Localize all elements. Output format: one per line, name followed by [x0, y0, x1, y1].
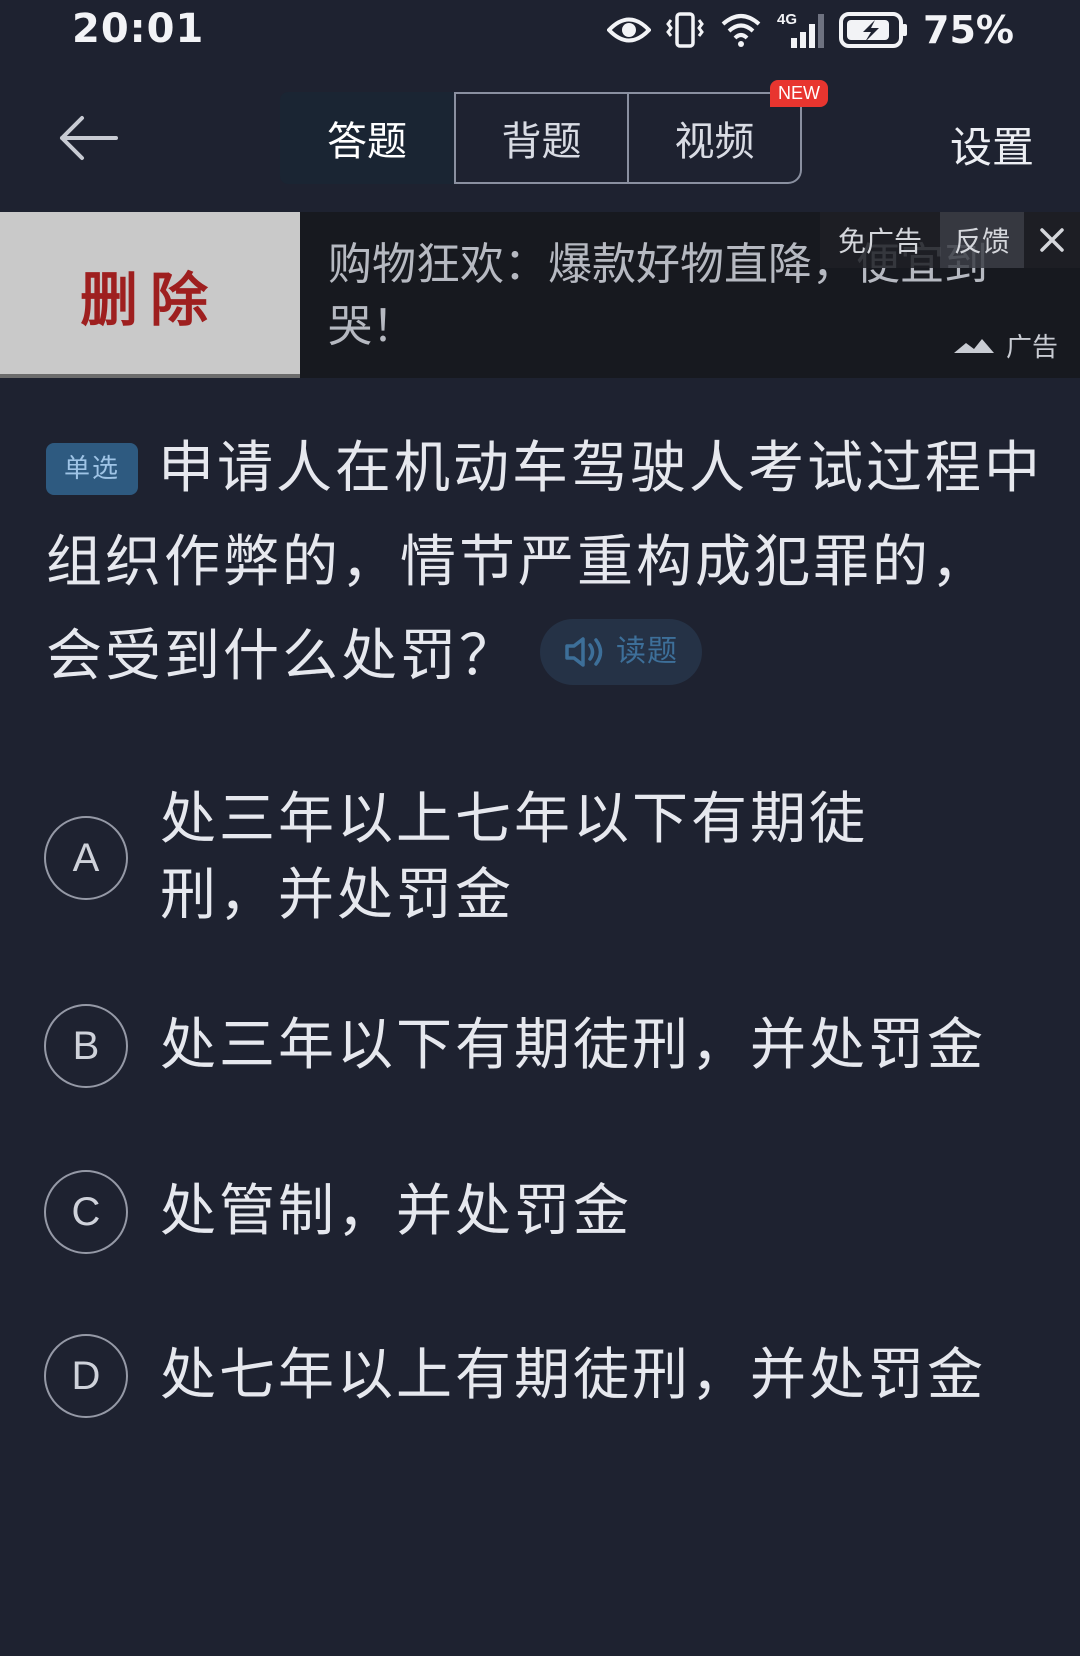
- back-button[interactable]: [56, 110, 120, 166]
- wifi-icon: [719, 12, 763, 48]
- option-b[interactable]: B 处三年以下有期徒刑，并处罚金: [44, 1004, 1054, 1088]
- mode-tabs: 答题 背题 视频 NEW: [280, 80, 828, 184]
- option-a-text: 处三年以上七年以下有期徒刑，并处罚金: [160, 787, 868, 928]
- signal-4g-icon: 4G: [777, 10, 825, 50]
- option-a-letter: A: [44, 816, 128, 900]
- ad-image-divider: [0, 374, 300, 378]
- status-icons: 4G 75%: [607, 8, 1014, 52]
- option-d[interactable]: D 处七年以上有期徒刑，并处罚金: [44, 1334, 1054, 1418]
- speaker-icon: [565, 637, 603, 667]
- ad-image-text: 删除: [79, 266, 220, 334]
- read-question-label: 读题: [616, 634, 678, 669]
- option-b-letter: B: [44, 1004, 128, 1088]
- close-icon: [1040, 228, 1064, 252]
- option-c[interactable]: C 处管制，并处罚金: [44, 1170, 1054, 1254]
- option-c-letter: C: [44, 1170, 128, 1254]
- ad-logo-icon: [953, 338, 994, 353]
- ad-close-button[interactable]: [1024, 212, 1080, 268]
- read-question-button[interactable]: 读题: [540, 619, 702, 685]
- question-type-badge: 单选: [46, 443, 139, 495]
- arrow-left-icon: [60, 116, 118, 160]
- tab-video[interactable]: 视频 NEW: [628, 80, 828, 184]
- option-d-letter: D: [44, 1334, 128, 1418]
- battery-percent: 75%: [923, 8, 1014, 52]
- option-a[interactable]: A 处三年以上七年以下有期徒刑，并处罚金: [44, 782, 1054, 934]
- status-bar: 20:01 4G 75%: [0, 0, 1080, 62]
- ad-feedback-button[interactable]: 反馈: [939, 212, 1024, 268]
- ad-controls: 免广告 反馈: [819, 212, 1080, 268]
- ad-image[interactable]: 删除: [0, 212, 300, 378]
- tab-answer[interactable]: 答题: [280, 92, 454, 184]
- ad-label: 广告: [952, 327, 1058, 364]
- svg-text:4G: 4G: [777, 11, 797, 28]
- question: 单选 申请人在机动车驾驶人考试过程中组织作弊的，情节严重构成犯罪的，会受到什么处罚…: [46, 422, 1046, 704]
- ad-banner[interactable]: 删除 购物狂欢：爆款好物直降，便宜到哭！ 免广告 反馈 广告: [0, 212, 1080, 378]
- battery-charging-icon: [839, 11, 909, 49]
- status-time: 20:01: [72, 6, 205, 52]
- top-nav: 答题 背题 视频 NEW 设置: [0, 62, 1080, 212]
- ad-label-text: 广告: [1005, 333, 1058, 363]
- option-d-text: 处七年以上有期徒刑，并处罚金: [160, 1343, 986, 1408]
- eye-icon: [607, 15, 652, 45]
- option-c-text: 处管制，并处罚金: [160, 1179, 632, 1244]
- option-b-text: 处三年以下有期徒刑，并处罚金: [160, 1013, 986, 1078]
- app-screen: 20:01 4G 75% 答题 背题 视频 NEW 设置 删除 购物狂欢：爆款好…: [0, 0, 1080, 1656]
- no-ad-button[interactable]: 免广告: [819, 212, 940, 268]
- tab-recite[interactable]: 背题: [454, 92, 628, 184]
- new-badge: NEW: [770, 80, 828, 107]
- settings-button[interactable]: 设置: [950, 114, 1034, 175]
- vibrate-icon: [665, 10, 705, 50]
- tab-video-label: 视频: [674, 119, 755, 165]
